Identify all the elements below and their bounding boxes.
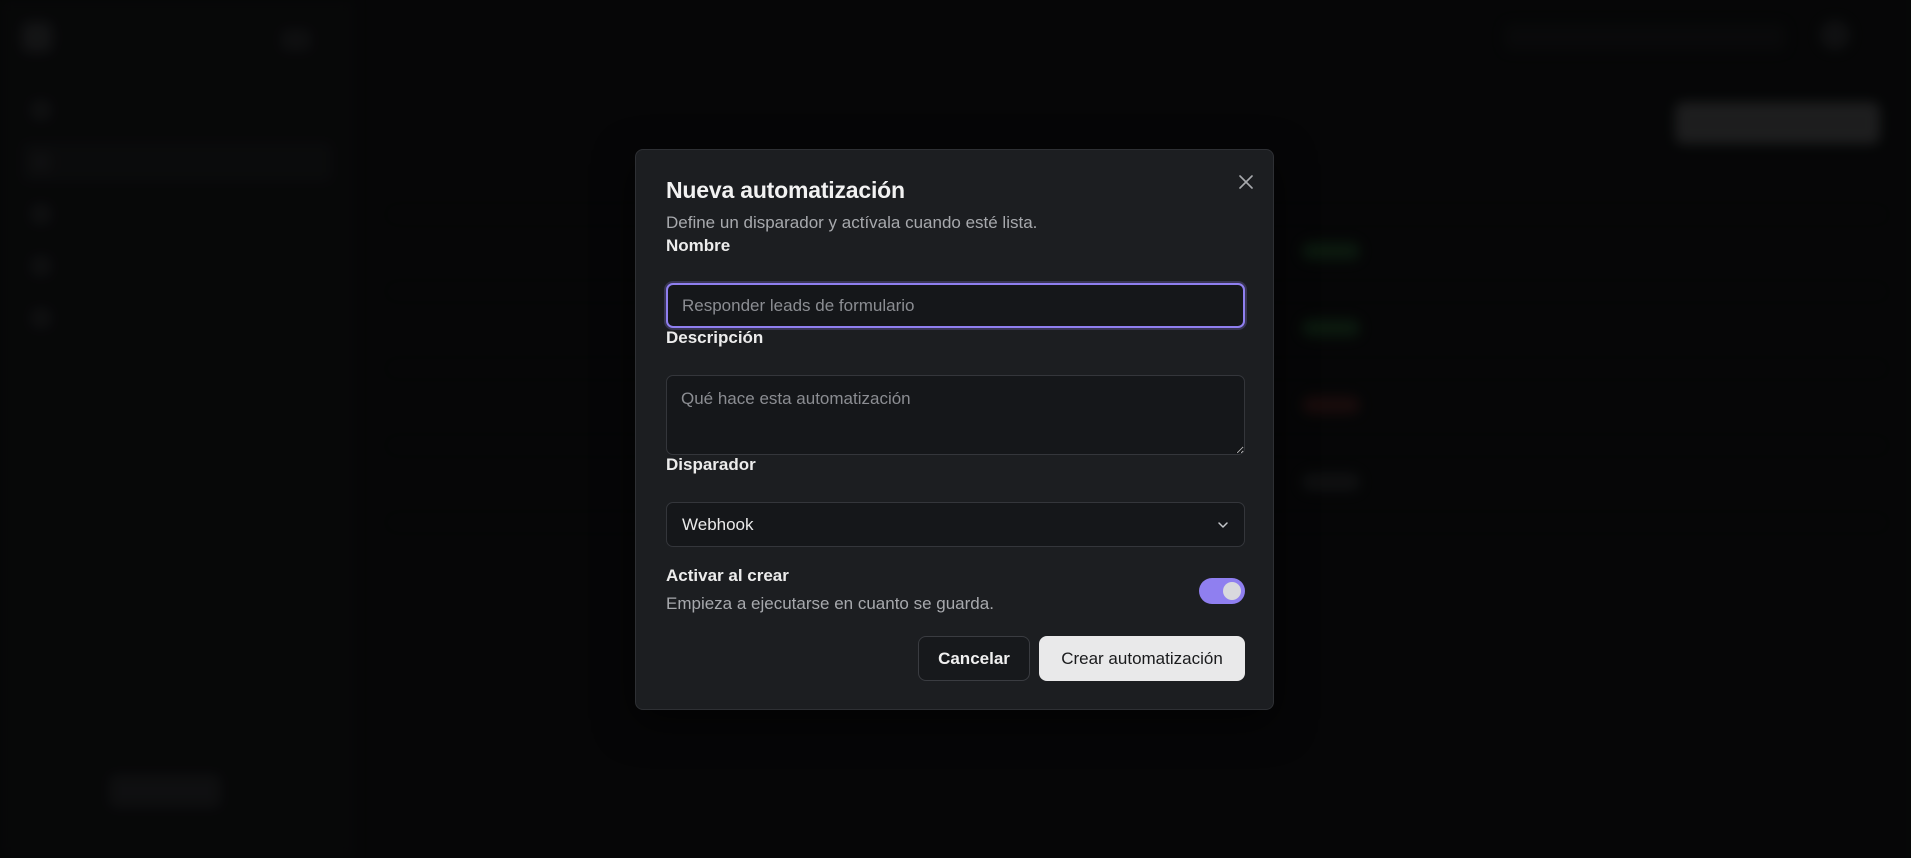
chevron-down-icon (1218, 521, 1228, 528)
description-label: Descripción (666, 328, 764, 347)
toggle-knob (1223, 582, 1241, 600)
activate-on-create-description: Empieza a ejecutarse en cuanto se guarda… (666, 594, 994, 613)
new-automation-dialog: Nueva automatización Define un disparado… (635, 149, 1274, 710)
activate-on-create-toggle[interactable] (1199, 578, 1245, 604)
create-automation-button[interactable]: Crear automatización (1039, 636, 1245, 681)
name-label: Nombre (666, 236, 731, 255)
close-icon (1239, 175, 1253, 189)
description-input[interactable] (666, 375, 1245, 455)
name-input[interactable] (666, 283, 1245, 328)
trigger-label: Disparador (666, 455, 756, 474)
cancel-button[interactable]: Cancelar (918, 636, 1030, 681)
trigger-select-value: Webhook (682, 514, 754, 534)
dialog-description: Define un disparador y actívala cuando e… (666, 213, 1038, 232)
dialog-title: Nueva automatización (666, 177, 905, 203)
trigger-select[interactable]: Webhook (666, 502, 1245, 547)
activate-on-create-label: Activar al crear (666, 566, 789, 585)
close-button[interactable] (1234, 170, 1258, 194)
